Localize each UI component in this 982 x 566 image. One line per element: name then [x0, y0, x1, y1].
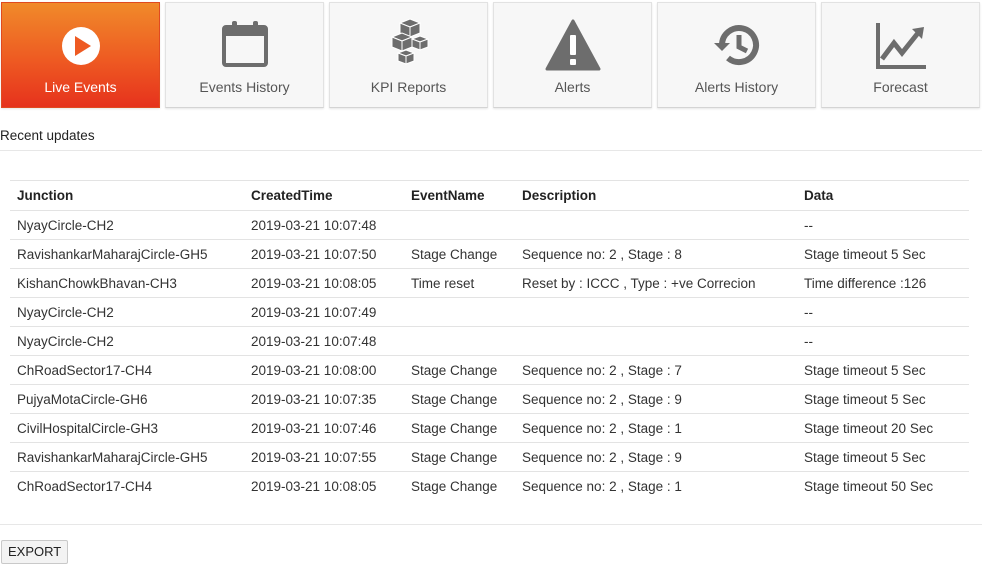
table-row[interactable]: CivilHospitalCircle-GH3 2019-03-21 10:07…	[10, 413, 969, 443]
cell-description: Sequence no: 2 , Stage : 9	[515, 442, 797, 472]
cell-event-name: Stage Change	[404, 355, 515, 385]
cell-junction: ChRoadSector17-CH4	[10, 355, 244, 385]
tab-kpi-reports[interactable]: KPI Reports	[329, 2, 488, 108]
table-row[interactable]: NyayCircle-CH2 2019-03-21 10:07:48 --	[10, 210, 969, 240]
warning-icon	[542, 17, 604, 73]
tab-label: Live Events	[44, 79, 117, 95]
cell-description	[515, 297, 797, 327]
cell-event-name: Stage Change	[404, 239, 515, 269]
cell-data: --	[797, 326, 969, 356]
history-icon	[706, 17, 768, 73]
tab-label: KPI Reports	[370, 79, 447, 95]
tab-alerts[interactable]: Alerts	[493, 2, 652, 108]
cell-data: Stage timeout 50 Sec	[797, 471, 969, 500]
table-row[interactable]: KishanChowkBhavan-CH3 2019-03-21 10:08:0…	[10, 268, 969, 298]
table-row[interactable]: ChRoadSector17-CH4 2019-03-21 10:08:05 S…	[10, 471, 969, 500]
cell-created-time: 2019-03-21 10:07:35	[244, 384, 404, 414]
table-row[interactable]: ChRoadSector17-CH4 2019-03-21 10:08:00 S…	[10, 355, 969, 385]
calendar-icon	[214, 17, 276, 73]
cell-data: --	[797, 297, 969, 327]
cell-data: Stage timeout 5 Sec	[797, 442, 969, 472]
cell-data: Stage timeout 5 Sec	[797, 384, 969, 414]
cell-created-time: 2019-03-21 10:07:48	[244, 210, 404, 240]
cell-description	[515, 210, 797, 240]
cell-event-name	[404, 297, 515, 327]
cell-event-name: Stage Change	[404, 471, 515, 500]
cell-junction: RavishankarMaharajCircle-GH5	[10, 442, 244, 472]
tab-alerts-history[interactable]: Alerts History	[657, 2, 816, 108]
cell-junction: NyayCircle-CH2	[10, 210, 244, 240]
cell-created-time: 2019-03-21 10:08:00	[244, 355, 404, 385]
cell-description: Sequence no: 2 , Stage : 7	[515, 355, 797, 385]
cell-description: Sequence no: 2 , Stage : 1	[515, 413, 797, 443]
cell-data: Stage timeout 20 Sec	[797, 413, 969, 443]
column-header-junction[interactable]: Junction	[10, 180, 244, 211]
table-row[interactable]: RavishankarMaharajCircle-GH5 2019-03-21 …	[10, 239, 969, 269]
cell-event-name	[404, 326, 515, 356]
section-title: Recent updates	[0, 128, 95, 143]
cell-event-name	[404, 210, 515, 240]
cell-description	[515, 326, 797, 356]
cell-junction: NyayCircle-CH2	[10, 297, 244, 327]
cell-junction: PujyaMotaCircle-GH6	[10, 384, 244, 414]
cell-created-time: 2019-03-21 10:08:05	[244, 471, 404, 500]
cell-description: Reset by : ICCC , Type : +ve Correcion	[515, 268, 797, 298]
cell-event-name: Time reset	[404, 268, 515, 298]
column-header-description[interactable]: Description	[515, 180, 797, 211]
events-table: Junction CreatedTime EventName Descripti…	[10, 180, 969, 500]
cell-junction: KishanChowkBhavan-CH3	[10, 268, 244, 298]
cell-junction: ChRoadSector17-CH4	[10, 471, 244, 500]
cell-created-time: 2019-03-21 10:07:50	[244, 239, 404, 269]
table-row[interactable]: NyayCircle-CH2 2019-03-21 10:07:48 --	[10, 326, 969, 356]
tab-label: Alerts	[554, 79, 591, 95]
tab-label: Events History	[199, 79, 290, 95]
divider	[0, 150, 982, 151]
column-header-event-name[interactable]: EventName	[404, 180, 515, 211]
cell-junction: CivilHospitalCircle-GH3	[10, 413, 244, 443]
cell-created-time: 2019-03-21 10:07:49	[244, 297, 404, 327]
cell-junction: RavishankarMaharajCircle-GH5	[10, 239, 244, 269]
cell-description: Sequence no: 2 , Stage : 1	[515, 471, 797, 500]
table-row[interactable]: NyayCircle-CH2 2019-03-21 10:07:49 --	[10, 297, 969, 327]
nav-tabs: Live Events Events History KPI Reports A…	[0, 0, 982, 110]
divider	[0, 524, 982, 525]
cell-event-name: Stage Change	[404, 384, 515, 414]
cell-event-name: Stage Change	[404, 442, 515, 472]
tab-forecast[interactable]: Forecast	[821, 2, 980, 108]
cell-data: Stage timeout 5 Sec	[797, 239, 969, 269]
cell-event-name: Stage Change	[404, 413, 515, 443]
line-chart-icon	[870, 17, 932, 73]
tab-label: Forecast	[873, 79, 928, 95]
cell-description: Sequence no: 2 , Stage : 9	[515, 384, 797, 414]
cell-data: --	[797, 210, 969, 240]
column-header-created-time[interactable]: CreatedTime	[244, 180, 404, 211]
tab-live-events[interactable]: Live Events	[1, 2, 160, 108]
export-button[interactable]: EXPORT	[1, 540, 69, 564]
table-header-row: Junction CreatedTime EventName Descripti…	[10, 180, 969, 211]
cell-created-time: 2019-03-21 10:07:48	[244, 326, 404, 356]
cell-junction: NyayCircle-CH2	[10, 326, 244, 356]
table-row[interactable]: PujyaMotaCircle-GH6 2019-03-21 10:07:35 …	[10, 384, 969, 414]
tab-events-history[interactable]: Events History	[165, 2, 324, 108]
cell-data: Stage timeout 5 Sec	[797, 355, 969, 385]
column-header-data[interactable]: Data	[797, 180, 969, 211]
cubes-icon	[378, 17, 440, 73]
cell-created-time: 2019-03-21 10:08:05	[244, 268, 404, 298]
play-circle-icon	[50, 17, 112, 73]
cell-created-time: 2019-03-21 10:07:55	[244, 442, 404, 472]
cell-created-time: 2019-03-21 10:07:46	[244, 413, 404, 443]
cell-description: Sequence no: 2 , Stage : 8	[515, 239, 797, 269]
tab-label: Alerts History	[694, 79, 779, 95]
table-row[interactable]: RavishankarMaharajCircle-GH5 2019-03-21 …	[10, 442, 969, 472]
cell-data: Time difference :126	[797, 268, 969, 298]
